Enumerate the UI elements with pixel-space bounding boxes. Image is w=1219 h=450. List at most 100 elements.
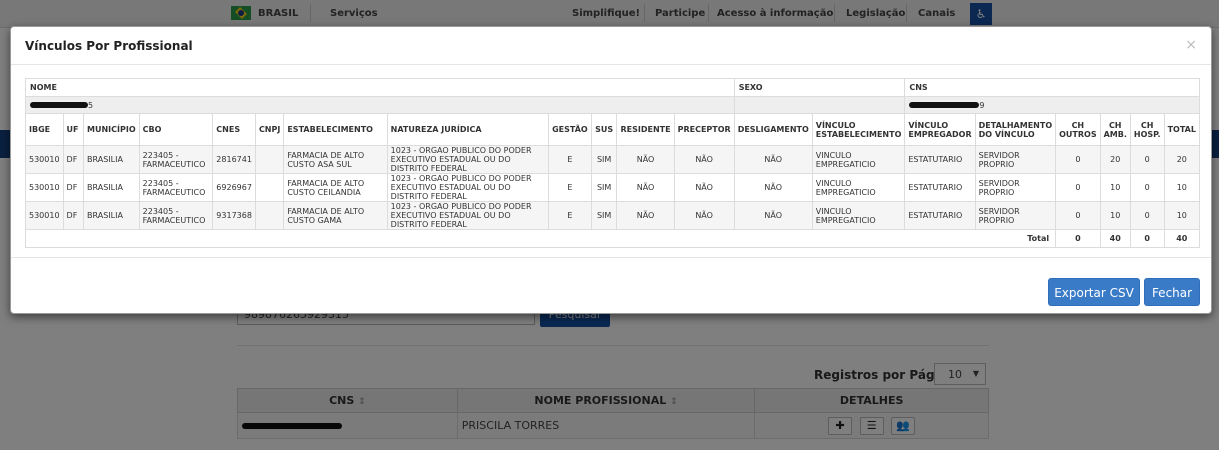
table-cell <box>254 201 285 230</box>
table-cell: 0 <box>1129 145 1165 174</box>
table-row: 530010 DF BRASILIA 223405 - FARMACEUTICO 692… <box>25 173 1201 202</box>
total-total: 40 <box>1163 229 1201 248</box>
table-cell: SIM <box>590 201 618 230</box>
total-ch-outros: 0 <box>1055 229 1101 248</box>
table-cell: 6926967 <box>212 173 256 202</box>
column-header: NATUREZA JURÍDICA <box>386 113 550 146</box>
table-cell: 10 <box>1099 173 1131 202</box>
table-cell: BRASILIA <box>83 201 140 230</box>
column-header: ESTABELECIMENTO <box>283 113 388 146</box>
table-cell: ESTATUTARIO <box>904 201 976 230</box>
table-cell: SERVIDOR PROPRIO <box>974 145 1057 174</box>
modal-header: Vínculos Por Profissional × <box>11 27 1211 65</box>
table-cell: NÃO <box>616 173 675 202</box>
table-cell: E <box>548 201 592 230</box>
column-header: CH HOSP. <box>1129 113 1165 146</box>
table-cell: NÃO <box>673 173 735 202</box>
table-cell: NÃO <box>616 145 675 174</box>
table-cell: 2816741 <box>212 145 256 174</box>
column-header: CNPJ <box>254 113 285 146</box>
modal-title: Vínculos Por Profissional <box>25 39 193 53</box>
table-cell: FARMACIA DE ALTO CUSTO GAMA <box>283 201 388 230</box>
vinculos-table: NOME SEXO CNS 5 9 IBGE UF MUNICÍPIO CBO CNES… <box>24 78 1201 248</box>
table-cell: VINCULO EMPREGATICIO <box>811 145 906 174</box>
table-cell: SERVIDOR PROPRIO <box>974 173 1057 202</box>
table-cell: VINCULO EMPREGATICIO <box>811 173 906 202</box>
column-header: CH OUTROS <box>1055 113 1101 146</box>
nome-header: NOME <box>25 78 735 97</box>
table-cell: SIM <box>590 145 618 174</box>
table-cell: 0 <box>1055 145 1101 174</box>
table-cell: NÃO <box>733 201 813 230</box>
column-header: CBO <box>138 113 214 146</box>
table-cell: 0 <box>1129 173 1165 202</box>
column-header: UF <box>62 113 85 146</box>
table-cell: 223405 - FARMACEUTICO <box>138 173 214 202</box>
table-cell: 10 <box>1163 201 1201 230</box>
column-header: CH AMB. <box>1099 113 1131 146</box>
table-cell: 10 <box>1099 201 1131 230</box>
cns-header: CNS <box>904 78 1200 97</box>
table-cell: 530010 <box>25 201 64 230</box>
table-cell: 9317368 <box>212 201 256 230</box>
table-cell: NÃO <box>733 173 813 202</box>
table-cell: E <box>548 145 592 174</box>
table-cell: FARMACIA DE ALTO CUSTO ASA SUL <box>283 145 388 174</box>
totals-row: Total 0 40 0 40 <box>24 229 1201 248</box>
table-cell: E <box>548 173 592 202</box>
column-header: PRECEPTOR <box>673 113 735 146</box>
table-cell: BRASILIA <box>83 145 140 174</box>
table-cell: ESTATUTARIO <box>904 173 976 202</box>
table-cell: DF <box>62 145 85 174</box>
vinculos-modal: Vínculos Por Profissional × NOME SEXO CN… <box>10 26 1212 314</box>
table-cell: 1023 - ORGAO PUBLICO DO PODER EXECUTIVO … <box>386 145 550 174</box>
table-row: 530010 DF BRASILIA 223405 - FARMACEUTICO 281… <box>25 145 1201 174</box>
table-cell <box>254 173 285 202</box>
rows-body: 530010 DF BRASILIA 223405 - FARMACEUTICO 281… <box>25 145 1201 230</box>
column-header: SUS <box>590 113 618 146</box>
table-cell: VINCULO EMPREGATICIO <box>811 201 906 230</box>
table-cell: 1023 - ORGAO PUBLICO DO PODER EXECUTIVO … <box>386 201 550 230</box>
table-cell: 0 <box>1055 201 1101 230</box>
table-cell: SERVIDOR PROPRIO <box>974 201 1057 230</box>
total-ch-hosp: 0 <box>1129 229 1165 248</box>
table-cell: 20 <box>1163 145 1201 174</box>
table-cell: ESTATUTARIO <box>904 145 976 174</box>
table-cell: DF <box>62 201 85 230</box>
redacted-cns <box>909 102 980 108</box>
table-cell: NÃO <box>673 145 735 174</box>
table-cell: NÃO <box>673 201 735 230</box>
cns-value: 9 <box>904 96 1200 114</box>
table-row: 530010 DF BRASILIA 223405 - FARMACEUTICO 931… <box>25 201 1201 230</box>
export-csv-button[interactable]: Exportar CSV <box>1048 278 1140 306</box>
table-cell: 530010 <box>25 173 64 202</box>
table-cell: SIM <box>590 173 618 202</box>
nome-value: 5 <box>25 96 735 114</box>
total-label: Total <box>24 229 1057 248</box>
redacted-name <box>30 102 88 108</box>
table-cell: FARMACIA DE ALTO CUSTO CEILANDIA <box>283 173 388 202</box>
column-headers: IBGE UF MUNICÍPIO CBO CNES CNPJ ESTABELECIMENT… <box>25 113 1201 146</box>
column-header: IBGE <box>25 113 64 146</box>
column-header: DETALHAMENTO DO VÍNCULO <box>974 113 1057 146</box>
modal-footer: Exportar CSV Fechar <box>11 257 1211 315</box>
table-cell: 20 <box>1099 145 1131 174</box>
column-header: DESLIGAMENTO <box>733 113 813 146</box>
column-header: MUNICÍPIO <box>83 113 140 146</box>
close-icon[interactable]: × <box>1185 37 1197 53</box>
sexo-value <box>733 96 906 114</box>
table-cell: BRASILIA <box>83 173 140 202</box>
column-header: TOTAL <box>1163 113 1201 146</box>
table-cell: 0 <box>1055 173 1101 202</box>
table-cell: 0 <box>1129 201 1165 230</box>
table-cell: NÃO <box>733 145 813 174</box>
table-cell <box>254 145 285 174</box>
column-header: GESTÃO <box>548 113 592 146</box>
sexo-header: SEXO <box>733 78 906 97</box>
column-header: CNES <box>212 113 256 146</box>
table-cell: 223405 - FARMACEUTICO <box>138 145 214 174</box>
table-cell: DF <box>62 173 85 202</box>
close-button[interactable]: Fechar <box>1144 278 1200 306</box>
column-header: RESIDENTE <box>616 113 675 146</box>
column-header: VÍNCULO ESTABELECIMENTO <box>811 113 906 146</box>
